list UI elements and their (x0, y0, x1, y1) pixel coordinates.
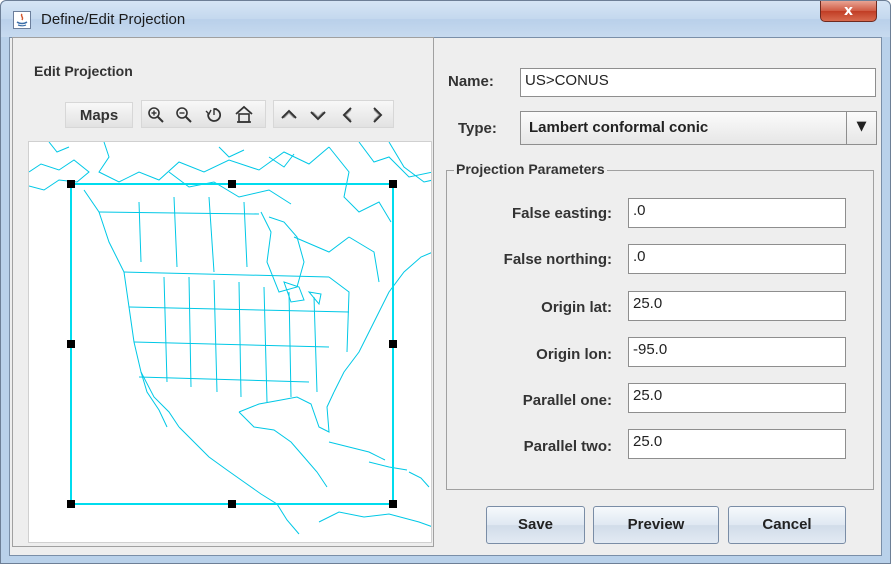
origin-lat-input[interactable]: 25.0 (628, 291, 846, 321)
type-label: Type: (458, 120, 497, 137)
pan-toolbar (273, 100, 394, 128)
parallel-two-label: Parallel two: (523, 438, 612, 455)
resize-handle-sw[interactable] (67, 500, 75, 508)
pan-down-icon[interactable] (308, 105, 328, 125)
save-button[interactable]: Save (486, 506, 585, 544)
pan-left-icon[interactable] (338, 105, 358, 125)
north-america-map (29, 142, 431, 535)
pan-right-icon[interactable] (367, 105, 387, 125)
resize-handle-e[interactable] (389, 340, 397, 348)
title-bar[interactable]: Define/Edit Projection x (1, 1, 890, 37)
resize-handle-ne[interactable] (389, 180, 397, 188)
false-easting-input[interactable]: .0 (628, 198, 846, 228)
java-app-icon (13, 11, 31, 29)
close-button[interactable]: x (820, 1, 877, 22)
reset-icon[interactable] (204, 105, 224, 125)
false-northing-label: False northing: (503, 251, 612, 268)
zoom-in-icon[interactable] (146, 105, 166, 125)
type-selected-value: Lambert conformal conic (529, 119, 709, 136)
origin-lat-label: Origin lat: (541, 299, 612, 316)
name-input[interactable]: US>CONUS (520, 68, 876, 97)
resize-handle-nw[interactable] (67, 180, 75, 188)
zoom-toolbar (141, 100, 266, 128)
origin-lon-input[interactable]: -95.0 (628, 337, 846, 367)
false-northing-input[interactable]: .0 (628, 244, 846, 274)
home-icon[interactable] (234, 105, 254, 125)
resize-handle-w[interactable] (67, 340, 75, 348)
false-easting-label: False easting: (511, 205, 612, 222)
parallel-two-input[interactable]: 25.0 (628, 429, 846, 459)
preview-button[interactable]: Preview (593, 506, 719, 544)
window-title: Define/Edit Projection (41, 11, 186, 28)
cancel-button[interactable]: Cancel (728, 506, 846, 544)
type-select[interactable]: Lambert conformal conic ▼ (520, 111, 877, 145)
resize-handle-se[interactable] (389, 500, 397, 508)
origin-lon-label: Origin lon: (536, 346, 612, 363)
pan-up-icon[interactable] (279, 105, 299, 125)
projection-map[interactable] (28, 141, 432, 543)
zoom-out-icon[interactable] (174, 105, 194, 125)
resize-handle-s[interactable] (228, 500, 236, 508)
name-label: Name: (448, 73, 494, 90)
parallel-one-label: Parallel one: (522, 392, 612, 409)
parallel-one-input[interactable]: 25.0 (628, 383, 846, 413)
projection-parameters-legend: Projection Parameters (454, 161, 607, 177)
chevron-down-icon[interactable]: ▼ (846, 112, 876, 144)
resize-handle-n[interactable] (228, 180, 236, 188)
edit-projection-legend: Edit Projection (32, 63, 135, 79)
maps-button[interactable]: Maps (65, 102, 133, 128)
